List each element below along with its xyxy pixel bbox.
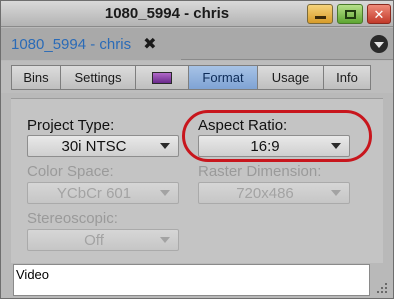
- panel-menu-button[interactable]: [370, 35, 388, 53]
- raster-dimension-select: 720x486: [198, 182, 350, 204]
- maximize-button[interactable]: [337, 4, 363, 24]
- project-type-value: 30i NTSC: [61, 137, 127, 155]
- project-tab[interactable]: 1080_5994 - chris ✖: [1, 28, 181, 60]
- tab-usage[interactable]: Usage: [257, 65, 324, 90]
- window-title: 1080_5994 - chris: [104, 5, 230, 22]
- video-text-field[interactable]: Video: [13, 264, 370, 296]
- tab-bins[interactable]: Bins: [11, 65, 61, 90]
- project-window: 1080_5994 - chris ✕ 1080_5994 - chris ✖ …: [0, 0, 394, 299]
- tab-color[interactable]: [135, 65, 189, 90]
- close-window-button[interactable]: ✕: [367, 4, 391, 24]
- chevron-down-icon: [331, 190, 341, 196]
- resize-grip-icon[interactable]: [373, 279, 389, 295]
- raster-dimension-value: 720x486: [236, 184, 294, 202]
- stereoscopic-value: Off: [84, 231, 104, 249]
- chevron-down-icon: [374, 42, 384, 48]
- aspect-ratio-highlight-circle: [182, 110, 372, 162]
- chevron-down-icon: [160, 237, 170, 243]
- close-icon: ✕: [373, 6, 385, 22]
- project-type-label: Project Type:: [27, 117, 115, 134]
- minimize-icon: [314, 16, 326, 19]
- project-type-select[interactable]: 30i NTSC: [27, 135, 179, 157]
- project-tab-label: 1080_5994 - chris: [11, 35, 132, 53]
- stereoscopic-label: Stereoscopic:: [27, 210, 118, 227]
- raster-dimension-label: Raster Dimension:: [198, 163, 322, 180]
- color-space-value: YCbCr 601: [56, 184, 132, 202]
- chevron-down-icon: [160, 143, 170, 149]
- settings-segment-bar: Bins Settings Format Usage Info: [1, 61, 393, 93]
- maximize-icon: [344, 9, 356, 19]
- color-space-label: Color Space:: [27, 163, 114, 180]
- tab-close-icon[interactable]: ✖: [143, 34, 156, 54]
- stereoscopic-select: Off: [27, 229, 179, 251]
- tab-format[interactable]: Format: [188, 65, 258, 90]
- title-bar[interactable]: 1080_5994 - chris ✕: [1, 1, 393, 27]
- color-space-select: YCbCr 601: [27, 182, 179, 204]
- tab-strip: 1080_5994 - chris ✖: [1, 28, 393, 60]
- tab-settings[interactable]: Settings: [60, 65, 136, 90]
- tab-info[interactable]: Info: [323, 65, 371, 90]
- color-swatch-icon: [152, 71, 172, 84]
- video-text: Video: [16, 267, 50, 282]
- minimize-button[interactable]: [307, 4, 333, 24]
- chevron-down-icon: [160, 190, 170, 196]
